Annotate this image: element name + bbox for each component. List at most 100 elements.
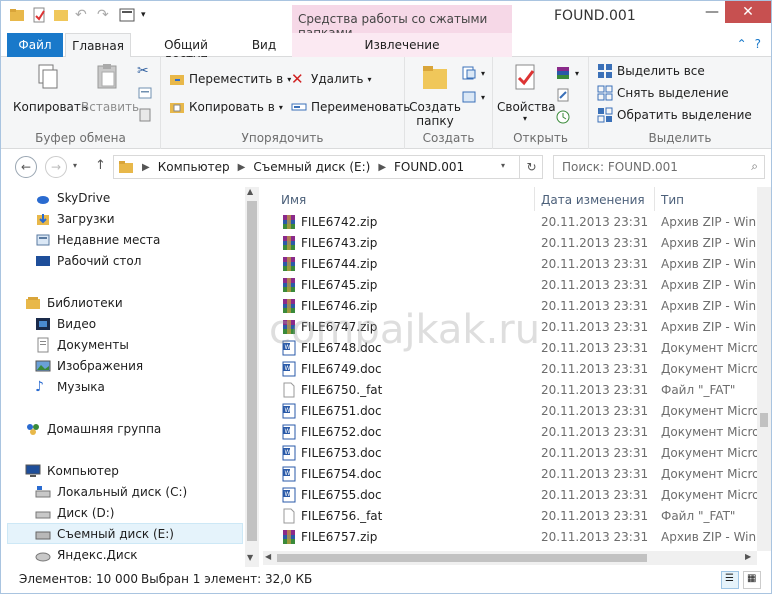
file-row[interactable]: W FILE6755.doc 20.11.2013 23:31 Документ Mi… [263,484,757,505]
edit-button[interactable] [555,85,571,105]
minimize-button[interactable]: — [695,1,729,23]
scroll-down-icon[interactable]: ▼ [247,553,253,562]
view-icon[interactable] [119,7,135,23]
file-row[interactable]: FILE6745.zip 20.11.2013 23:31 Архив ZIP - … [263,274,757,295]
move-to-button[interactable]: Переместить в ▾ [169,69,291,89]
file-row[interactable]: FILE6750._fat 20.11.2013 23:31 Файл "_FAT" [263,379,757,400]
recent-locations-icon[interactable]: ▾ [73,161,77,170]
file-list-vscroll-thumb[interactable] [760,413,768,427]
paste-shortcut-button[interactable] [137,105,153,125]
nav-item-computer[interactable]: Компьютер [25,460,119,481]
tab-file[interactable]: Файл [7,33,63,57]
rename-button[interactable]: Переименовать [291,97,410,117]
nav-item-recent-places[interactable]: Недавние места [35,229,160,250]
tab-extract[interactable]: Извлечение [292,33,512,57]
file-row[interactable]: W FILE6751.doc 20.11.2013 23:31 Документ Mi… [263,400,757,421]
nav-item-libraries[interactable]: Библиотеки [25,292,123,313]
file-row[interactable]: W FILE6748.doc 20.11.2013 23:31 Документ Mi… [263,337,757,358]
column-header-type[interactable]: Тип [655,187,757,211]
file-row[interactable]: W FILE6752.doc 20.11.2013 23:31 Документ Mi… [263,421,757,442]
forward-button[interactable]: → [45,156,67,178]
scroll-up-icon[interactable]: ▲ [247,187,253,196]
redo-icon[interactable]: ↷ [97,7,113,23]
file-list-vscrollbar[interactable] [757,187,771,551]
breadcrumb-computer[interactable]: Компьютер [158,160,230,174]
nav-item-disk-d[interactable]: Диск (D:) [35,502,114,523]
nav-item-label: Домашняя группа [47,421,162,436]
nav-item-homegroup[interactable]: Домашняя группа [25,418,161,439]
nav-item-video[interactable]: Видео [35,313,96,334]
scroll-right-icon[interactable]: ▶ [745,552,751,561]
refresh-button[interactable]: ↻ [519,155,543,179]
easy-access-button[interactable]: ▾ [461,87,485,107]
nav-item-desktop[interactable]: Рабочий стол [35,250,141,271]
file-row[interactable]: FILE6744.zip 20.11.2013 23:31 Архив ZIP - … [263,253,757,274]
up-arrow-icon[interactable]: ↑ [95,158,106,173]
close-button[interactable]: ✕ [725,1,771,23]
nav-item-removable-disk-e[interactable]: Съемный диск (E:) [7,523,243,544]
file-row[interactable]: FILE6757.zip 20.11.2013 23:31 Архив ZIP - … [263,526,757,547]
nav-scrollbar-thumb[interactable] [247,201,257,541]
file-row[interactable]: FILE6747.zip 20.11.2013 23:31 Архив ZIP - … [263,316,757,337]
breadcrumb-removable-disk[interactable]: Съемный диск (E:) [253,160,370,174]
file-row[interactable]: W FILE6749.doc 20.11.2013 23:31 Документ Mi… [263,358,757,379]
tab-share[interactable]: Общий доступ [143,33,229,66]
select-none-button[interactable]: Снять выделение [597,83,729,103]
copy-to-button[interactable]: Копировать в ▾ [169,97,283,117]
collapse-ribbon-icon[interactable]: ⌃ [737,37,747,51]
cut-button[interactable]: ✂ [137,61,153,81]
folder-icon[interactable] [9,7,25,23]
column-header-date[interactable]: Дата изменения [535,187,655,211]
nav-item-skydrive[interactable]: SkyDrive [35,187,110,208]
file-row[interactable]: FILE6746.zip 20.11.2013 23:31 Архив ZIP - … [263,295,757,316]
file-type: Файл "_FAT" [661,383,736,397]
chevron-right-icon[interactable]: ▶ [378,162,386,173]
help-icon[interactable]: ? [755,37,761,51]
file-row[interactable]: W FILE6754.doc 20.11.2013 23:31 Документ Mi… [263,463,757,484]
search-input[interactable]: Поиск: FOUND.001 ⌕ [553,155,765,179]
large-icons-view-icon: ▦ [747,573,757,584]
qat-dropdown-icon[interactable]: ▾ [141,10,146,20]
nav-item-yandex-disk[interactable]: Яндекс.Диск [35,544,138,565]
select-all-button[interactable]: Выделить все [597,61,705,81]
breadcrumb-found-folder[interactable]: FOUND.001 [394,160,464,174]
paste-button[interactable]: Вставить [81,61,139,114]
history-button[interactable] [555,107,571,127]
nav-item-local-disk-c[interactable]: Локальный диск (C:) [35,481,187,502]
column-header-name[interactable]: Имя [275,187,535,211]
tab-view[interactable]: Вид [249,33,279,57]
select-none-label: Снять выделение [617,86,729,100]
new-folder-icon[interactable] [53,7,69,23]
chevron-right-icon[interactable]: ▶ [142,162,150,173]
address-bar[interactable]: ▶ Компьютер ▶ Съемный диск (E:) ▶ FOUND.… [113,155,543,179]
file-list-hscrollbar[interactable]: ◀ ▶ [263,551,757,565]
word-document-icon: W [281,466,297,482]
copy-path-button[interactable] [137,83,153,103]
file-row[interactable]: FILE6742.zip 20.11.2013 23:31 Архив ZIP - … [263,211,757,232]
nav-scrollbar[interactable]: ▲ ▼ [245,187,259,567]
tab-home[interactable]: Главная [65,33,131,58]
file-list-hscroll-thumb[interactable] [277,554,647,562]
new-folder-button[interactable]: Создать папку [409,61,461,128]
back-button[interactable]: ← [15,156,37,178]
scroll-left-icon[interactable]: ◀ [265,552,271,561]
delete-button[interactable]: ✕ Удалить ▾ [291,69,372,89]
large-icons-view-button[interactable]: ▦ [743,571,761,589]
nav-item-music[interactable]: ♪ Музыка [35,376,105,397]
file-row[interactable]: FILE6743.zip 20.11.2013 23:31 Архив ZIP - … [263,232,757,253]
undo-icon[interactable]: ↶ [75,7,91,23]
nav-item-documents[interactable]: Документы [35,334,129,355]
address-dropdown-icon[interactable]: ▾ [501,161,505,170]
properties-button[interactable]: Свойства ▾ [497,61,556,123]
details-view-button[interactable]: ☰ [721,571,739,589]
new-item-button[interactable]: ▾ [461,63,485,83]
open-button[interactable]: ▾ [555,63,579,83]
nav-item-downloads[interactable]: Загрузки [35,208,115,229]
chevron-right-icon[interactable]: ▶ [238,162,246,173]
file-row[interactable]: W FILE6753.doc 20.11.2013 23:31 Документ Mi… [263,442,757,463]
nav-item-pictures[interactable]: Изображения [35,355,143,376]
properties-icon[interactable] [31,7,47,23]
file-row[interactable]: FILE6756._fat 20.11.2013 23:31 Файл "_FAT" [263,505,757,526]
invert-selection-button[interactable]: Обратить выделение [597,105,752,125]
copy-button[interactable]: Копировать [13,61,88,114]
